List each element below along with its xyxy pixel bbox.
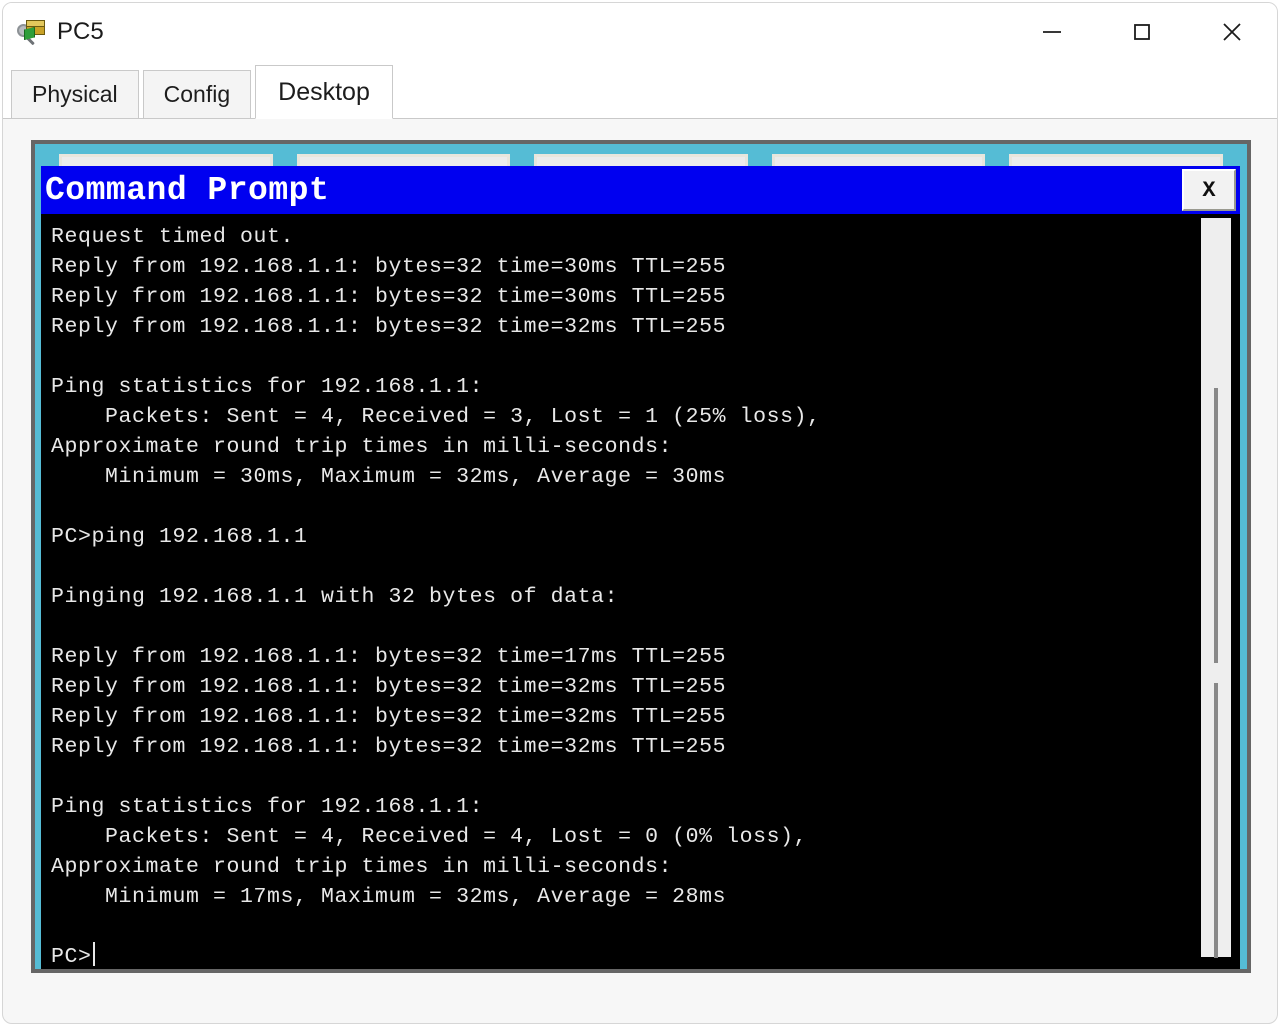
terminal-line: Approximate round trip times in milli-se… — [51, 435, 673, 459]
terminal-output[interactable]: Request timed out. Reply from 192.168.1.1… — [41, 214, 1201, 969]
command-prompt-title: Command Prompt — [45, 171, 330, 209]
scrollbar-thumb-lower[interactable] — [1214, 683, 1218, 958]
terminal-line: Reply from 192.168.1.1: bytes=32 time=32… — [51, 315, 727, 339]
minimize-button[interactable] — [1007, 3, 1097, 61]
terminal-scrollbar[interactable] — [1201, 218, 1231, 958]
desktop-panel: Command Prompt X Request timed out. Reply… — [31, 140, 1251, 973]
command-prompt-close-icon[interactable]: X — [1182, 169, 1236, 211]
tab-config[interactable]: Config — [142, 70, 252, 118]
terminal-caret — [92, 942, 95, 966]
terminal-line: Approximate round trip times in milli-se… — [51, 855, 673, 879]
window-titlebar: PC5 — [3, 3, 1277, 61]
tab-physical[interactable]: Physical — [11, 70, 139, 118]
command-prompt-window: Command Prompt X Request timed out. Reply… — [41, 166, 1240, 969]
window-controls — [1007, 3, 1277, 61]
terminal-line: Packets: Sent = 4, Received = 4, Lost = … — [51, 825, 808, 849]
terminal-line: Ping statistics for 192.168.1.1: — [51, 375, 484, 399]
page-title: PC5 — [57, 18, 104, 45]
close-button[interactable] — [1187, 3, 1277, 61]
terminal-line: Reply from 192.168.1.1: bytes=32 time=32… — [51, 705, 727, 729]
window-title-group: PC5 — [3, 18, 1007, 46]
terminal-line: Reply from 192.168.1.1: bytes=32 time=32… — [51, 675, 727, 699]
terminal-line: Minimum = 30ms, Maximum = 32ms, Average … — [51, 465, 727, 489]
pc5-window: PC5 Physical Config Desktop Command Prom… — [2, 2, 1278, 1024]
terminal-line: Minimum = 17ms, Maximum = 32ms, Average … — [51, 885, 727, 909]
tab-desktop[interactable]: Desktop — [255, 65, 393, 119]
command-prompt-titlebar: Command Prompt X — [41, 166, 1240, 214]
terminal-line: Pinging 192.168.1.1 with 32 bytes of dat… — [51, 585, 619, 609]
tab-bar: Physical Config Desktop — [3, 61, 1277, 119]
terminal-line: Reply from 192.168.1.1: bytes=32 time=30… — [51, 255, 727, 279]
terminal-line: Packets: Sent = 4, Received = 3, Lost = … — [51, 405, 821, 429]
terminal-prompt-text: PC> — [51, 945, 92, 969]
terminal-line: Reply from 192.168.1.1: bytes=32 time=30… — [51, 285, 727, 309]
command-prompt-body: Request timed out. Reply from 192.168.1.1… — [41, 214, 1240, 969]
terminal-line: Ping statistics for 192.168.1.1: — [51, 795, 484, 819]
packet-tracer-pc-icon — [17, 18, 47, 46]
terminal-line: Reply from 192.168.1.1: bytes=32 time=17… — [51, 645, 727, 669]
maximize-button[interactable] — [1097, 3, 1187, 61]
desktop-surface: Command Prompt X Request timed out. Reply… — [35, 144, 1247, 969]
scrollbar-thumb-upper[interactable] — [1214, 388, 1218, 663]
terminal-prompt-line[interactable]: PC> — [51, 942, 1201, 969]
terminal-line: Reply from 192.168.1.1: bytes=32 time=32… — [51, 735, 727, 759]
terminal-line: Request timed out. — [51, 225, 295, 249]
terminal-line: PC>ping 192.168.1.1 — [51, 525, 308, 549]
